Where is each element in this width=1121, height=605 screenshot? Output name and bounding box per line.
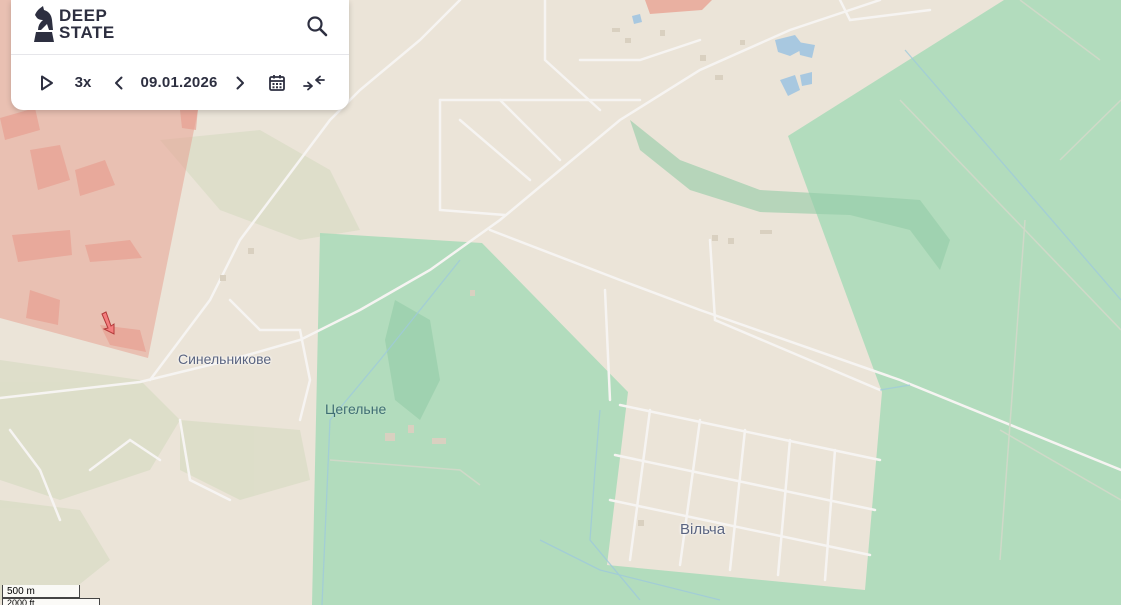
collapse-button[interactable] — [301, 55, 327, 110]
calendar-button[interactable] — [265, 55, 289, 110]
chevron-left-icon — [115, 76, 123, 89]
knight-logo-icon — [34, 6, 54, 42]
collapse-arrows-icon — [303, 75, 325, 90]
timeline-controls: 3x 09.01.2026 — [11, 55, 349, 110]
scale-bar-imperial: 2000 ft — [2, 598, 100, 605]
search-button[interactable] — [305, 14, 329, 38]
chevron-right-icon — [236, 76, 244, 89]
current-date[interactable]: 09.01.2026 — [135, 55, 223, 110]
speed-button[interactable]: 3x — [69, 55, 97, 110]
calendar-icon — [269, 74, 285, 91]
logo-text-line2: STATE — [59, 23, 115, 42]
play-icon — [41, 75, 53, 90]
place-label-synelnykove[interactable]: Синельникове — [178, 351, 271, 367]
logo[interactable]: DEEP STATE — [33, 6, 115, 42]
place-label-tsehelne[interactable]: Цегельне — [325, 401, 386, 417]
place-label-vilcha[interactable]: Вільча — [680, 521, 725, 538]
scale-bar-metric: 500 m — [2, 585, 80, 598]
timeline-panel: DEEP STATE 3x 09.01.2026 — [11, 0, 349, 110]
logo-text-line1: DEEP — [59, 6, 108, 25]
play-button[interactable] — [35, 55, 59, 110]
search-icon — [307, 16, 328, 37]
next-date-button[interactable] — [230, 55, 250, 110]
previous-date-button[interactable] — [109, 55, 129, 110]
